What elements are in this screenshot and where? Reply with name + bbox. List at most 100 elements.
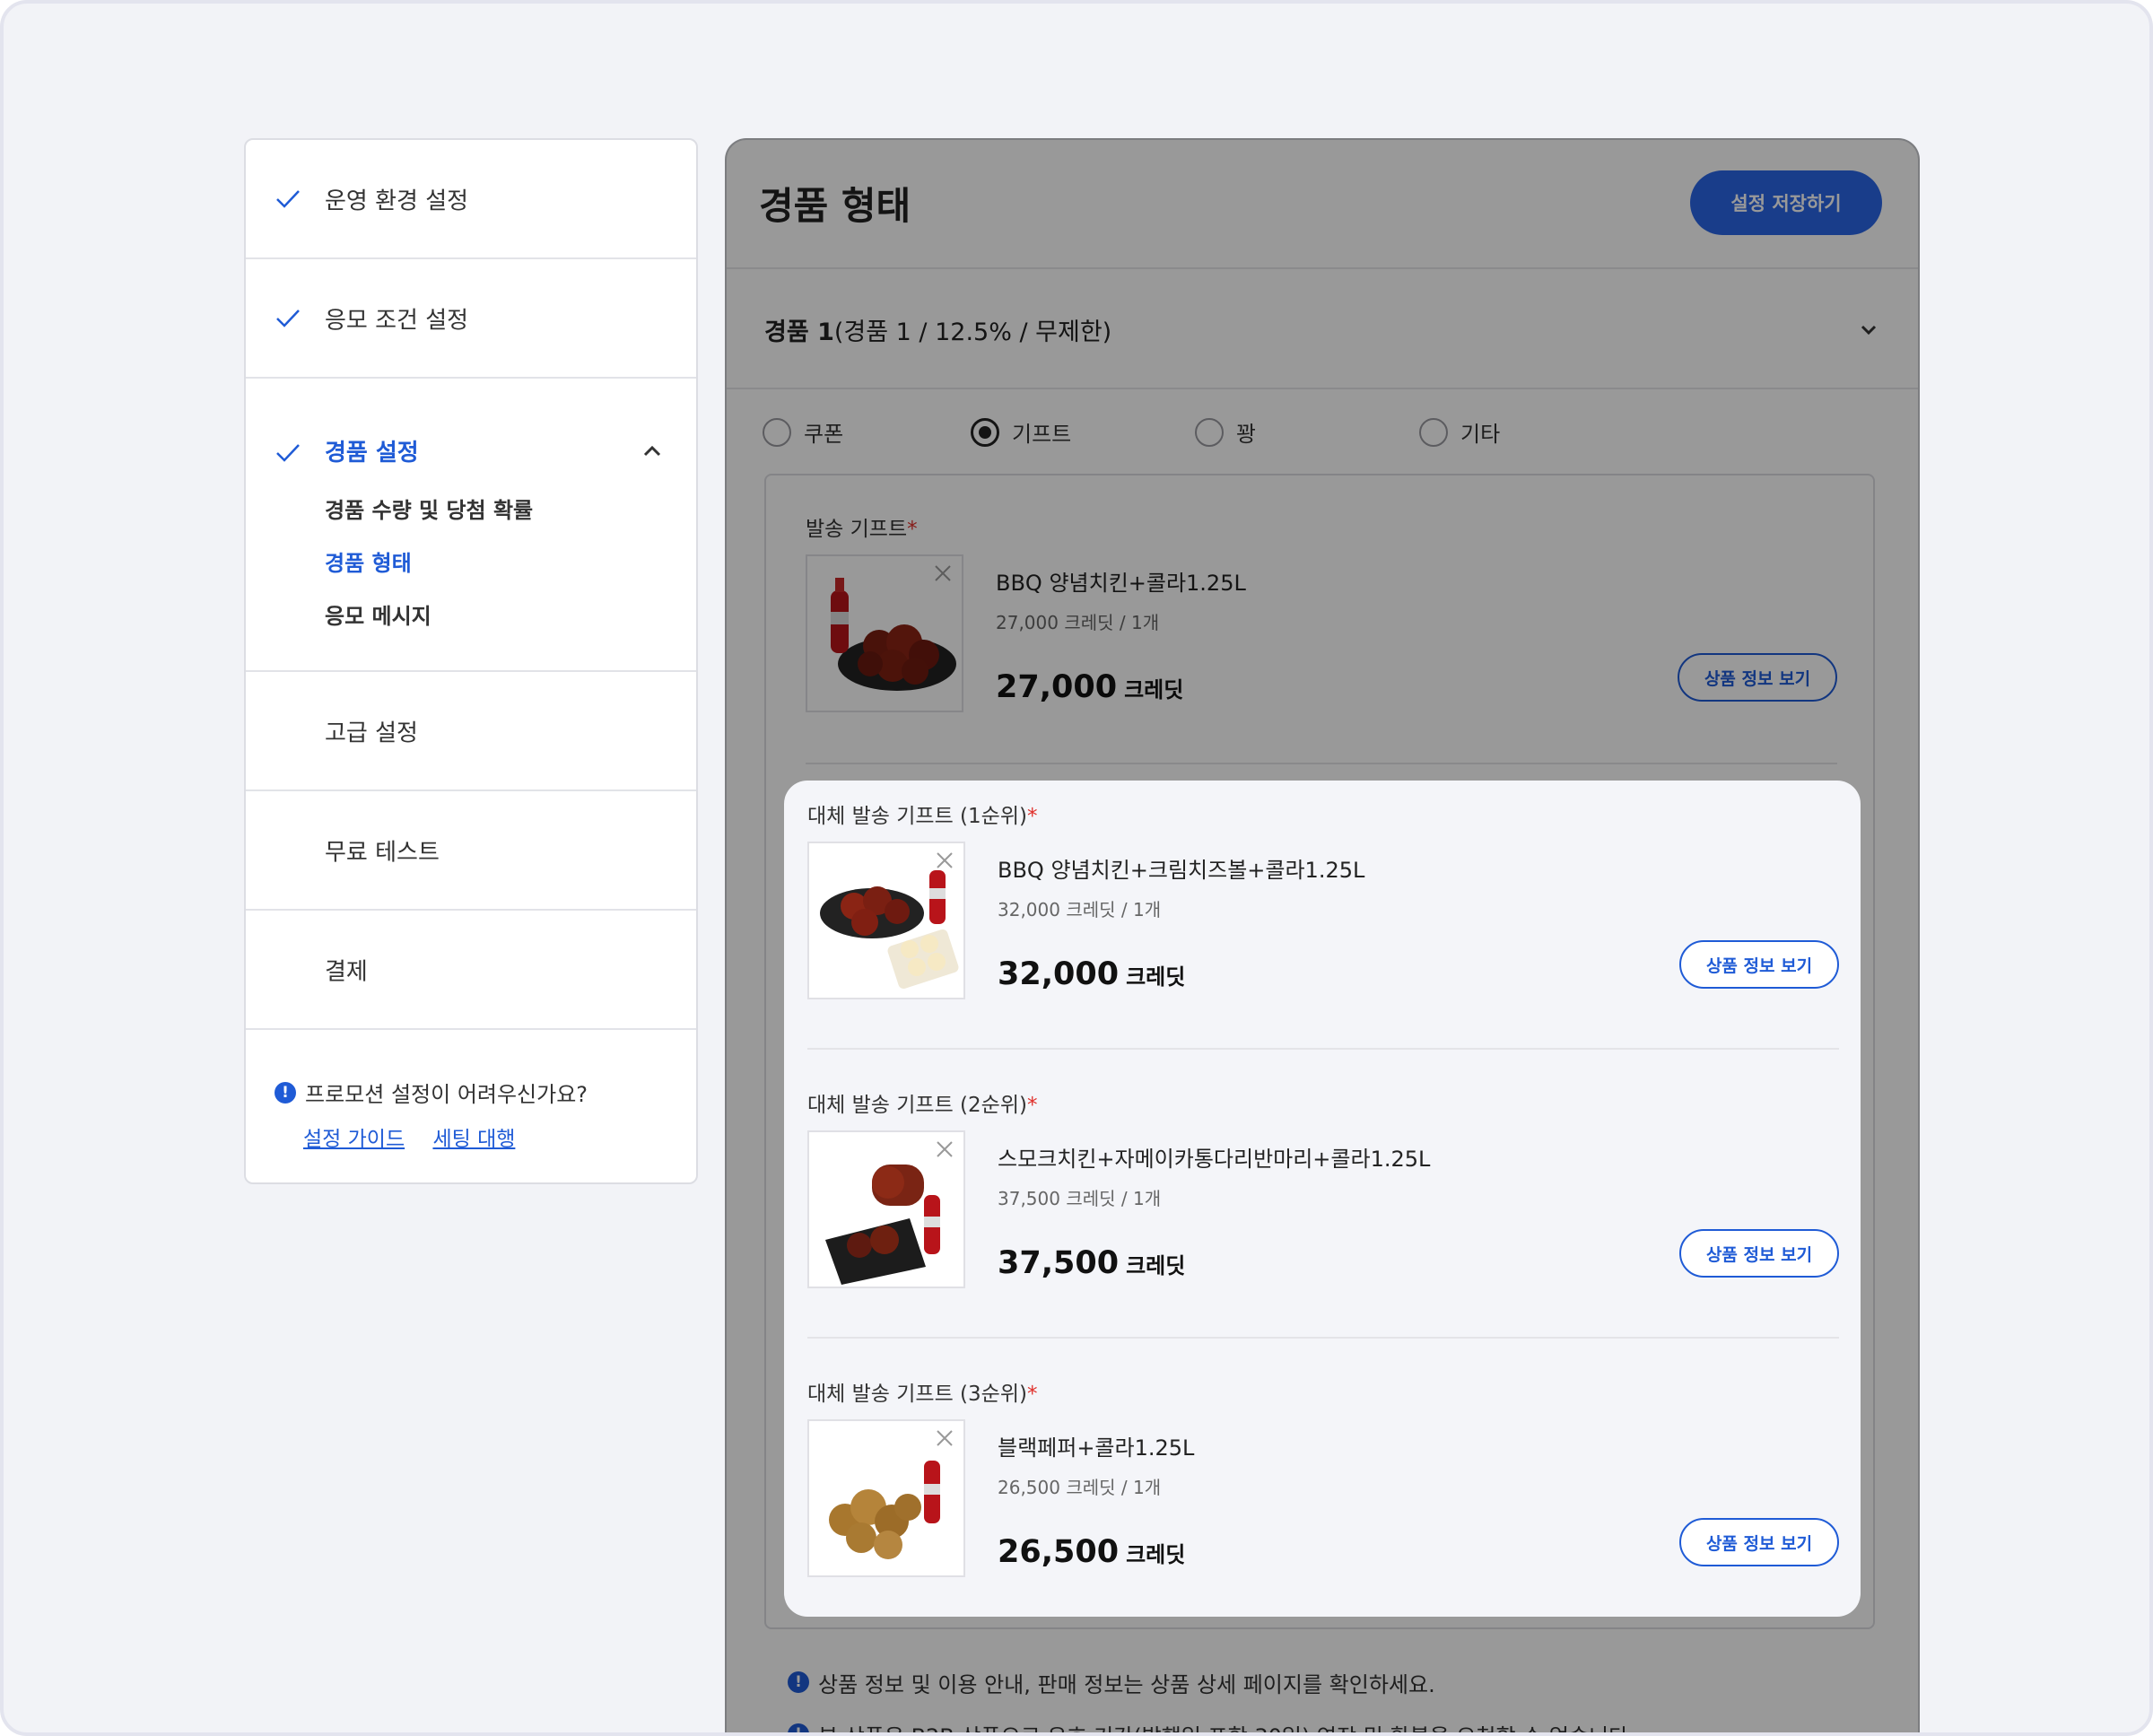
sidebar-sub-item-entry-message[interactable]: 응모 메시지: [325, 601, 533, 654]
required-mark: *: [1026, 1094, 1038, 1117]
radio-circle[interactable]: [971, 417, 999, 447]
note-row: ! 상품 정보 및 이용 안내, 판매 정보는 상품 상세 페이지를 확인하세요.: [788, 1656, 1635, 1708]
radio-label: 기타: [1460, 422, 1501, 447]
alt-gift-1: 대체 발송 기프트 (1순위)* BBQ 양념치킨+크림치즈볼+콜라1.25L …: [807, 798, 1839, 1023]
accordion-title-detail: (경품 1 / 12.5% / 무제한): [833, 318, 1112, 346]
chevron-up-icon[interactable]: [641, 440, 664, 463]
check-icon: [276, 444, 300, 462]
divider: [806, 763, 1837, 764]
radio-gift[interactable]: 기프트: [971, 416, 1071, 448]
sidebar-sub-item-quantity[interactable]: 경품 수량 및 당첨 확률: [325, 495, 533, 548]
sidebar-sub-item-prize-type[interactable]: 경품 형태: [325, 548, 533, 601]
accordion-title: 경품 1(경품 1 / 12.5% / 무제한): [764, 312, 1111, 347]
sidebar-item-label: 무료 테스트: [325, 839, 440, 866]
sidebar-item-advanced[interactable]: 고급 설정: [246, 672, 696, 791]
gift-name: BBQ 양념치킨+콜라1.25L: [996, 571, 1246, 596]
product-info-button[interactable]: 상품 정보 보기: [1679, 1229, 1839, 1278]
gift-price-unit: 크레딧: [1126, 1253, 1186, 1278]
gift-thumbnail: [806, 554, 963, 712]
radio-blank[interactable]: 꽝: [1195, 416, 1256, 448]
radio-circle[interactable]: [763, 417, 791, 447]
gift-heading-text: 대체 발송 기프트 (2순위): [807, 1094, 1027, 1117]
sidebar-item-label: 운영 환경 설정: [325, 188, 469, 214]
gift-price-value: 27,000: [996, 669, 1118, 705]
close-icon[interactable]: [933, 1138, 956, 1161]
sidebar-item-payment[interactable]: 결제: [246, 911, 696, 1030]
sidebar-item-entry-conditions[interactable]: 응모 조건 설정: [246, 259, 696, 379]
help-links: 설정 가이드 세팅 대행: [303, 1121, 536, 1152]
help-text: 프로모션 설정이 어려우신가요?: [305, 1082, 588, 1107]
gift-heading-text: 발송 기프트: [806, 518, 908, 541]
divider: [807, 1048, 1839, 1050]
gift-price-value: 37,500: [998, 1245, 1120, 1281]
alt-gift-2: 대체 발송 기프트 (2순위)* 스모크치킨+자메이카통다리반마리+콜라1.25…: [807, 1087, 1839, 1312]
gift-price: 26,500 크레딧: [998, 1534, 1185, 1570]
gift-thumbnail: [807, 1419, 965, 1577]
gift-name: 블랙페퍼+콜라1.25L: [998, 1435, 1195, 1461]
sidebar-item-label: 결제: [325, 958, 368, 985]
setup-guide-link[interactable]: 설정 가이드: [303, 1128, 405, 1151]
gift-thumbnail: [807, 1130, 965, 1288]
gift-price-unit: 크레딧: [1126, 964, 1186, 990]
prize-type-radio-group: 쿠폰 기프트 꽝 기타: [763, 416, 1839, 452]
sidebar-item-label: 경품 설정: [325, 440, 419, 467]
gift-name: 스모크치킨+자메이카통다리반마리+콜라1.25L: [998, 1147, 1431, 1172]
gift-heading: 발송 기프트*: [806, 511, 1837, 542]
gift-price-unit: 크레딧: [1126, 1542, 1186, 1567]
radio-other[interactable]: 기타: [1419, 416, 1500, 448]
product-info-button[interactable]: 상품 정보 보기: [1679, 1518, 1839, 1566]
alt-gift-3: 대체 발송 기프트 (3순위)* 블랙페퍼+콜라1.25L 26,500 크레딧…: [807, 1376, 1839, 1601]
info-icon: !: [275, 1081, 296, 1104]
gift-credit-detail: 27,000 크레딧 / 1개: [996, 612, 1160, 633]
gift-name: BBQ 양념치킨+크림치즈볼+콜라1.25L: [998, 858, 1365, 883]
gift-heading-text: 대체 발송 기프트 (3순위): [807, 1383, 1027, 1406]
gift-thumbnail: [807, 842, 965, 999]
save-settings-button[interactable]: 설정 저장하기: [1690, 170, 1882, 235]
sidebar-help: ! 프로모션 설정이 어려우신가요? 설정 가이드 세팅 대행: [246, 1030, 696, 1182]
gift-credit-detail: 26,500 크레딧 / 1개: [998, 1477, 1162, 1498]
accordion-title-bold: 경품 1: [764, 318, 834, 346]
close-icon[interactable]: [933, 1426, 956, 1450]
gift-price: 27,000 크레딧: [996, 669, 1183, 705]
page-title: 경품 형태: [759, 184, 911, 228]
required-mark: *: [1026, 805, 1038, 828]
info-icon: !: [788, 1723, 809, 1732]
sidebar-item-environment[interactable]: 운영 환경 설정: [246, 140, 696, 259]
product-info-button[interactable]: 상품 정보 보기: [1679, 940, 1839, 989]
chevron-down-icon[interactable]: [1857, 318, 1880, 341]
product-info-button[interactable]: 상품 정보 보기: [1678, 653, 1837, 702]
radio-coupon[interactable]: 쿠폰: [763, 416, 843, 448]
gift-price: 32,000 크레딧: [998, 956, 1185, 992]
sidebar-item-label: 응모 조건 설정: [325, 307, 469, 334]
alternate-gifts-highlight: 대체 발송 기프트 (1순위)* BBQ 양념치킨+크림치즈볼+콜라1.25L …: [784, 781, 1861, 1617]
help-row: ! 프로모션 설정이 어려우신가요?: [275, 1077, 588, 1108]
gift-price-value: 32,000: [998, 956, 1120, 992]
radio-label: 쿠폰: [804, 422, 844, 447]
radio-label: 꽝: [1236, 422, 1257, 447]
check-icon: [276, 189, 300, 208]
close-icon[interactable]: [931, 562, 954, 585]
note-text: 상품 정보 및 이용 안내, 판매 정보는 상품 상세 페이지를 확인하세요.: [818, 1671, 1435, 1697]
note-row: ! 본 상품은 B2B 상품으로 유효 기간(발행일 포함 30일) 연장 및 환…: [788, 1708, 1635, 1733]
sidebar: 운영 환경 설정 응모 조건 설정 경품 설정 경품 수량 및 당첨 확률 경품…: [244, 138, 698, 1184]
panel-header: 경품 형태 설정 저장하기: [727, 140, 1918, 269]
sidebar-item-prize-settings[interactable]: 경품 설정 경품 수량 및 당첨 확률 경품 형태 응모 메시지: [246, 379, 696, 672]
divider: [807, 1337, 1839, 1339]
required-mark: *: [1026, 1383, 1038, 1406]
prize-accordion-header[interactable]: 경품 1(경품 1 / 12.5% / 무제한): [727, 269, 1918, 389]
sidebar-item-label: 고급 설정: [325, 720, 418, 746]
note-text: 본 상품은 B2B 상품으로 유효 기간(발행일 포함 30일) 연장 및 환불…: [818, 1719, 1635, 1733]
close-icon[interactable]: [933, 849, 956, 872]
info-icon: !: [788, 1671, 809, 1693]
gift-heading: 대체 발송 기프트 (1순위)*: [807, 798, 1839, 829]
sidebar-item-free-test[interactable]: 무료 테스트: [246, 791, 696, 911]
radio-circle[interactable]: [1419, 417, 1448, 447]
main-gift: 발송 기프트* BBQ 양념치킨+콜라1.25L 27,000 크레딧 / 1개…: [806, 511, 1837, 727]
gift-credit-detail: 32,000 크레딧 / 1개: [998, 899, 1162, 920]
check-icon: [276, 309, 300, 327]
radio-circle[interactable]: [1195, 417, 1224, 447]
setup-service-link[interactable]: 세팅 대행: [432, 1128, 515, 1151]
gift-heading: 대체 발송 기프트 (2순위)*: [807, 1087, 1839, 1118]
required-mark: *: [907, 518, 918, 541]
gift-price-value: 26,500: [998, 1534, 1120, 1570]
